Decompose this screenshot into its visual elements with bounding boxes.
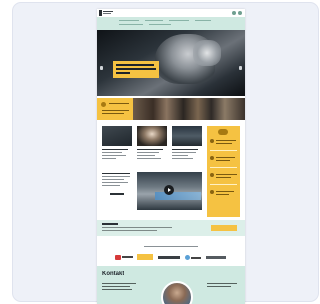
contact-footer: Kontakt bbox=[97, 266, 245, 304]
partner-logo-4[interactable] bbox=[185, 254, 201, 260]
footer-heading: Kontakt bbox=[102, 271, 125, 277]
nav-bar bbox=[97, 17, 245, 30]
nav-item[interactable] bbox=[195, 20, 211, 21]
partner-logo-5[interactable] bbox=[206, 256, 226, 259]
sidebar-badge bbox=[218, 129, 228, 135]
notice-button[interactable] bbox=[211, 225, 237, 231]
news-card[interactable] bbox=[102, 126, 132, 170]
partners-heading bbox=[144, 246, 198, 247]
more-link[interactable] bbox=[110, 193, 124, 195]
info-tile-badge bbox=[101, 102, 106, 107]
play-icon[interactable] bbox=[164, 185, 174, 195]
sidebar-item[interactable] bbox=[210, 190, 237, 204]
sidebar-item[interactable] bbox=[210, 173, 237, 187]
video-player[interactable] bbox=[137, 172, 202, 210]
nav-item[interactable] bbox=[145, 20, 163, 21]
info-tile[interactable] bbox=[97, 98, 133, 120]
notice-bar[interactable] bbox=[97, 220, 245, 236]
partner-logo-3[interactable] bbox=[158, 256, 180, 259]
site-header bbox=[97, 9, 245, 17]
news-card-image bbox=[137, 126, 167, 146]
news-card[interactable] bbox=[172, 126, 202, 170]
nav-item[interactable] bbox=[149, 24, 171, 25]
video-title-band bbox=[155, 192, 201, 200]
hero-headline-box[interactable] bbox=[113, 61, 159, 78]
sidebar-item[interactable] bbox=[210, 139, 237, 153]
contact-photo bbox=[161, 281, 193, 304]
website-thumbnail[interactable]: Kontakt bbox=[97, 9, 245, 304]
text-block[interactable] bbox=[102, 173, 132, 203]
partner-logo-2[interactable] bbox=[137, 254, 153, 260]
nav-item[interactable] bbox=[119, 20, 139, 21]
nav-item[interactable] bbox=[119, 24, 143, 25]
news-card[interactable] bbox=[137, 126, 167, 170]
hero-banner[interactable] bbox=[97, 30, 245, 96]
search-icon[interactable] bbox=[232, 11, 236, 15]
partner-logo-1[interactable] bbox=[115, 254, 133, 260]
photo-strip[interactable] bbox=[133, 98, 245, 120]
chevron-right-icon[interactable] bbox=[239, 66, 242, 70]
chevron-left-icon[interactable] bbox=[100, 66, 103, 70]
site-logo[interactable] bbox=[99, 10, 113, 16]
sidebar-item[interactable] bbox=[210, 156, 237, 170]
news-card-image bbox=[172, 126, 202, 146]
menu-icon[interactable] bbox=[238, 11, 242, 15]
news-card-image bbox=[102, 126, 132, 146]
nav-item[interactable] bbox=[169, 20, 189, 21]
hero-photo-detail bbox=[193, 40, 221, 66]
sidebar-events bbox=[207, 126, 240, 217]
